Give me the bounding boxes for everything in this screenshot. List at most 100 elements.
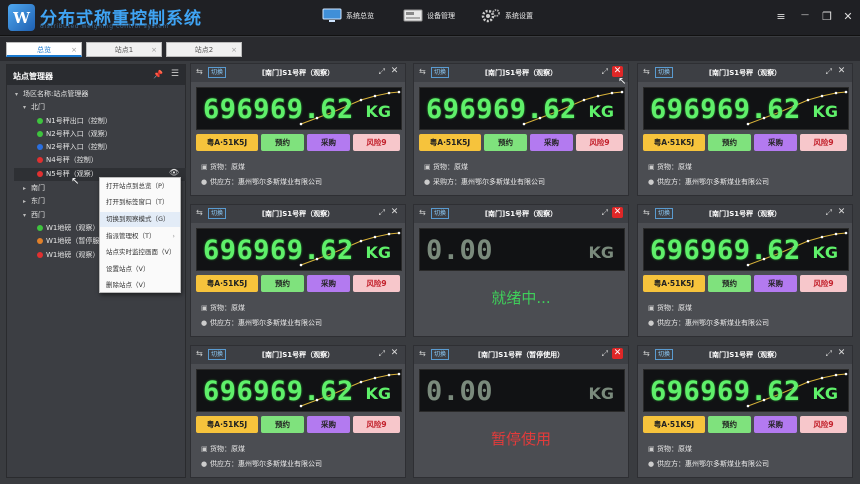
close-icon[interactable]: × <box>71 43 77 58</box>
nav-system-settings[interactable]: 系统设置 <box>481 8 533 23</box>
purchase-button[interactable]: 采购 <box>307 134 350 151</box>
close-icon[interactable]: ✕ <box>612 207 623 218</box>
expand-icon[interactable]: ⤢ <box>602 67 608 77</box>
risk-button[interactable]: 风险9 <box>353 275 400 292</box>
purchase-button[interactable]: 采购 <box>754 275 797 292</box>
tree-item[interactable]: W1地磅（观察） <box>37 222 99 235</box>
tree-item[interactable]: N2号秤入口（观察） <box>37 128 112 141</box>
risk-button[interactable]: 风险9 <box>353 416 400 433</box>
reserve-button[interactable]: 预约 <box>484 134 527 151</box>
weight-display: 0.00 KG <box>419 228 625 271</box>
nav-device-management[interactable]: 设备管理 <box>403 8 455 23</box>
purchase-button[interactable]: 采购 <box>307 275 350 292</box>
title-bar: W 分布式称重控制系统 distributed weighing control… <box>0 0 860 36</box>
chevron-down-icon[interactable]: ▾ <box>15 88 23 101</box>
risk-button[interactable]: 风险9 <box>800 416 847 433</box>
tree-group-east[interactable]: ▸ 东门 <box>23 195 45 208</box>
tab-station2[interactable]: 站点2 × <box>166 42 242 57</box>
menu-item-switch-observe[interactable]: 切换到观察模式（G） <box>100 212 180 227</box>
expand-icon[interactable]: ⤢ <box>379 208 385 218</box>
risk-button[interactable]: 风险9 <box>800 134 847 151</box>
purchase-button[interactable]: 采购 <box>754 416 797 433</box>
scale-card: ⇆ 切换 [南门]S1号秤（观察） ⤢ ✕ 696969.62 KG 粤A·51K5J 预约 采购… <box>190 204 406 337</box>
tab-overview[interactable]: 总览 × <box>6 42 82 57</box>
expand-icon[interactable]: ⤢ <box>826 208 832 218</box>
reserve-button[interactable]: 预约 <box>708 134 751 151</box>
purchase-button[interactable]: 采购 <box>754 134 797 151</box>
menu-item-settings[interactable]: 设置站点（V） <box>100 262 180 277</box>
tree-root[interactable]: ▾ 场区名称:站点管理器 <box>15 88 88 101</box>
expand-icon[interactable]: ⤢ <box>826 349 832 359</box>
cargo-info: ▣ 货物：原煤 <box>201 303 245 313</box>
nav-system-overview[interactable]: 系统总览 <box>322 8 374 23</box>
tree-item[interactable]: W1地磅（暂停服 <box>37 235 99 248</box>
menu-item-open-overview[interactable]: 打开站点到总览（P） <box>100 179 180 194</box>
expand-icon[interactable]: ⤢ <box>379 67 385 77</box>
list-menu-icon[interactable]: ☰ <box>171 69 179 79</box>
expand-icon[interactable]: ⤢ <box>826 67 832 77</box>
minimize-button[interactable]: — <box>798 10 812 19</box>
cargo-text: 货物：原煤 <box>210 304 245 312</box>
maximize-button[interactable]: ❐ <box>820 10 834 23</box>
tree-root-label: 场区名称:站点管理器 <box>23 90 89 98</box>
risk-button[interactable]: 风险9 <box>353 134 400 151</box>
plate-button[interactable]: 粤A·51K5J <box>196 275 258 292</box>
reserve-button[interactable]: 预约 <box>261 275 304 292</box>
plate-button[interactable]: 粤A·51K5J <box>643 275 705 292</box>
close-icon[interactable]: ✕ <box>389 207 400 218</box>
tree-item[interactable]: N2号秤入口（控制） <box>37 141 112 154</box>
close-icon[interactable]: × <box>231 43 237 58</box>
status-dot <box>37 131 43 137</box>
tree-group-south[interactable]: ▸ 南门 <box>23 182 45 195</box>
plate-button[interactable]: 粤A·51K5J <box>643 416 705 433</box>
weight-display: 696969.62 KG <box>196 228 402 271</box>
trend-point <box>834 232 838 236</box>
expand-icon[interactable]: ⤢ <box>379 349 385 359</box>
close-icon[interactable]: ✕ <box>836 207 847 218</box>
gear-icon <box>481 9 500 23</box>
chevron-right-icon[interactable]: ▸ <box>23 182 31 195</box>
tree-item-selected[interactable]: N5号秤（观察） <box>37 168 98 181</box>
tree-group-west[interactable]: ▾ 西门 <box>23 209 45 222</box>
tree-item[interactable]: N1号秤出口（控制） <box>37 115 112 128</box>
plate-button[interactable]: 粤A·51K5J <box>196 416 258 433</box>
close-icon[interactable]: ✕ <box>836 66 847 77</box>
menu-item-live-monitor[interactable]: 站点实时监控画面（V） <box>100 245 180 260</box>
expand-icon[interactable]: ⤢ <box>602 208 608 218</box>
menu-item-delete[interactable]: 删除站点（V） <box>100 278 180 293</box>
risk-button[interactable]: 风险9 <box>800 275 847 292</box>
purchase-button[interactable]: 采购 <box>530 134 573 151</box>
menu-icon[interactable]: ≡ <box>774 10 788 23</box>
tree-group-north[interactable]: ▾ 北门 <box>23 101 45 114</box>
trend-point <box>820 94 824 98</box>
tree-item[interactable]: N4号秤（控制） <box>37 154 98 167</box>
plate-button[interactable]: 粤A·51K5J <box>419 134 481 151</box>
chevron-down-icon[interactable]: ▾ <box>23 101 31 114</box>
risk-button[interactable]: 风险9 <box>576 134 623 151</box>
reserve-button[interactable]: 预约 <box>261 416 304 433</box>
menu-item-open-tab[interactable]: 打开到标签窗口（T） <box>100 195 180 210</box>
trend-point <box>373 376 377 380</box>
purchase-button[interactable]: 采购 <box>307 416 350 433</box>
expand-icon[interactable]: ⤢ <box>602 349 608 359</box>
plate-button[interactable]: 粤A·51K5J <box>643 134 705 151</box>
pin-icon[interactable]: 📌 <box>153 70 163 79</box>
menu-item-assign-admin[interactable]: 指派管理权（T） › <box>100 229 180 244</box>
chevron-right-icon[interactable]: ▸ <box>23 195 31 208</box>
plate-button[interactable]: 粤A·51K5J <box>196 134 258 151</box>
reserve-button[interactable]: 预约 <box>708 275 751 292</box>
close-icon[interactable]: ✕ <box>389 66 400 77</box>
close-icon[interactable]: ✕ <box>836 348 847 359</box>
close-icon[interactable]: × <box>151 43 157 58</box>
close-icon[interactable]: ✕ <box>612 348 623 359</box>
close-button[interactable]: ✕ <box>841 10 855 23</box>
eye-icon[interactable]: 👁 <box>169 168 179 177</box>
weight-unit: KG <box>588 243 614 262</box>
reserve-button[interactable]: 预约 <box>261 134 304 151</box>
chevron-down-icon[interactable]: ▾ <box>23 209 31 222</box>
tree-item[interactable]: W1地磅（观察） <box>37 249 99 262</box>
weight-value: 696969.62 <box>650 235 801 266</box>
reserve-button[interactable]: 预约 <box>708 416 751 433</box>
tab-station1[interactable]: 站点1 × <box>86 42 162 57</box>
close-icon[interactable]: ✕ <box>389 348 400 359</box>
